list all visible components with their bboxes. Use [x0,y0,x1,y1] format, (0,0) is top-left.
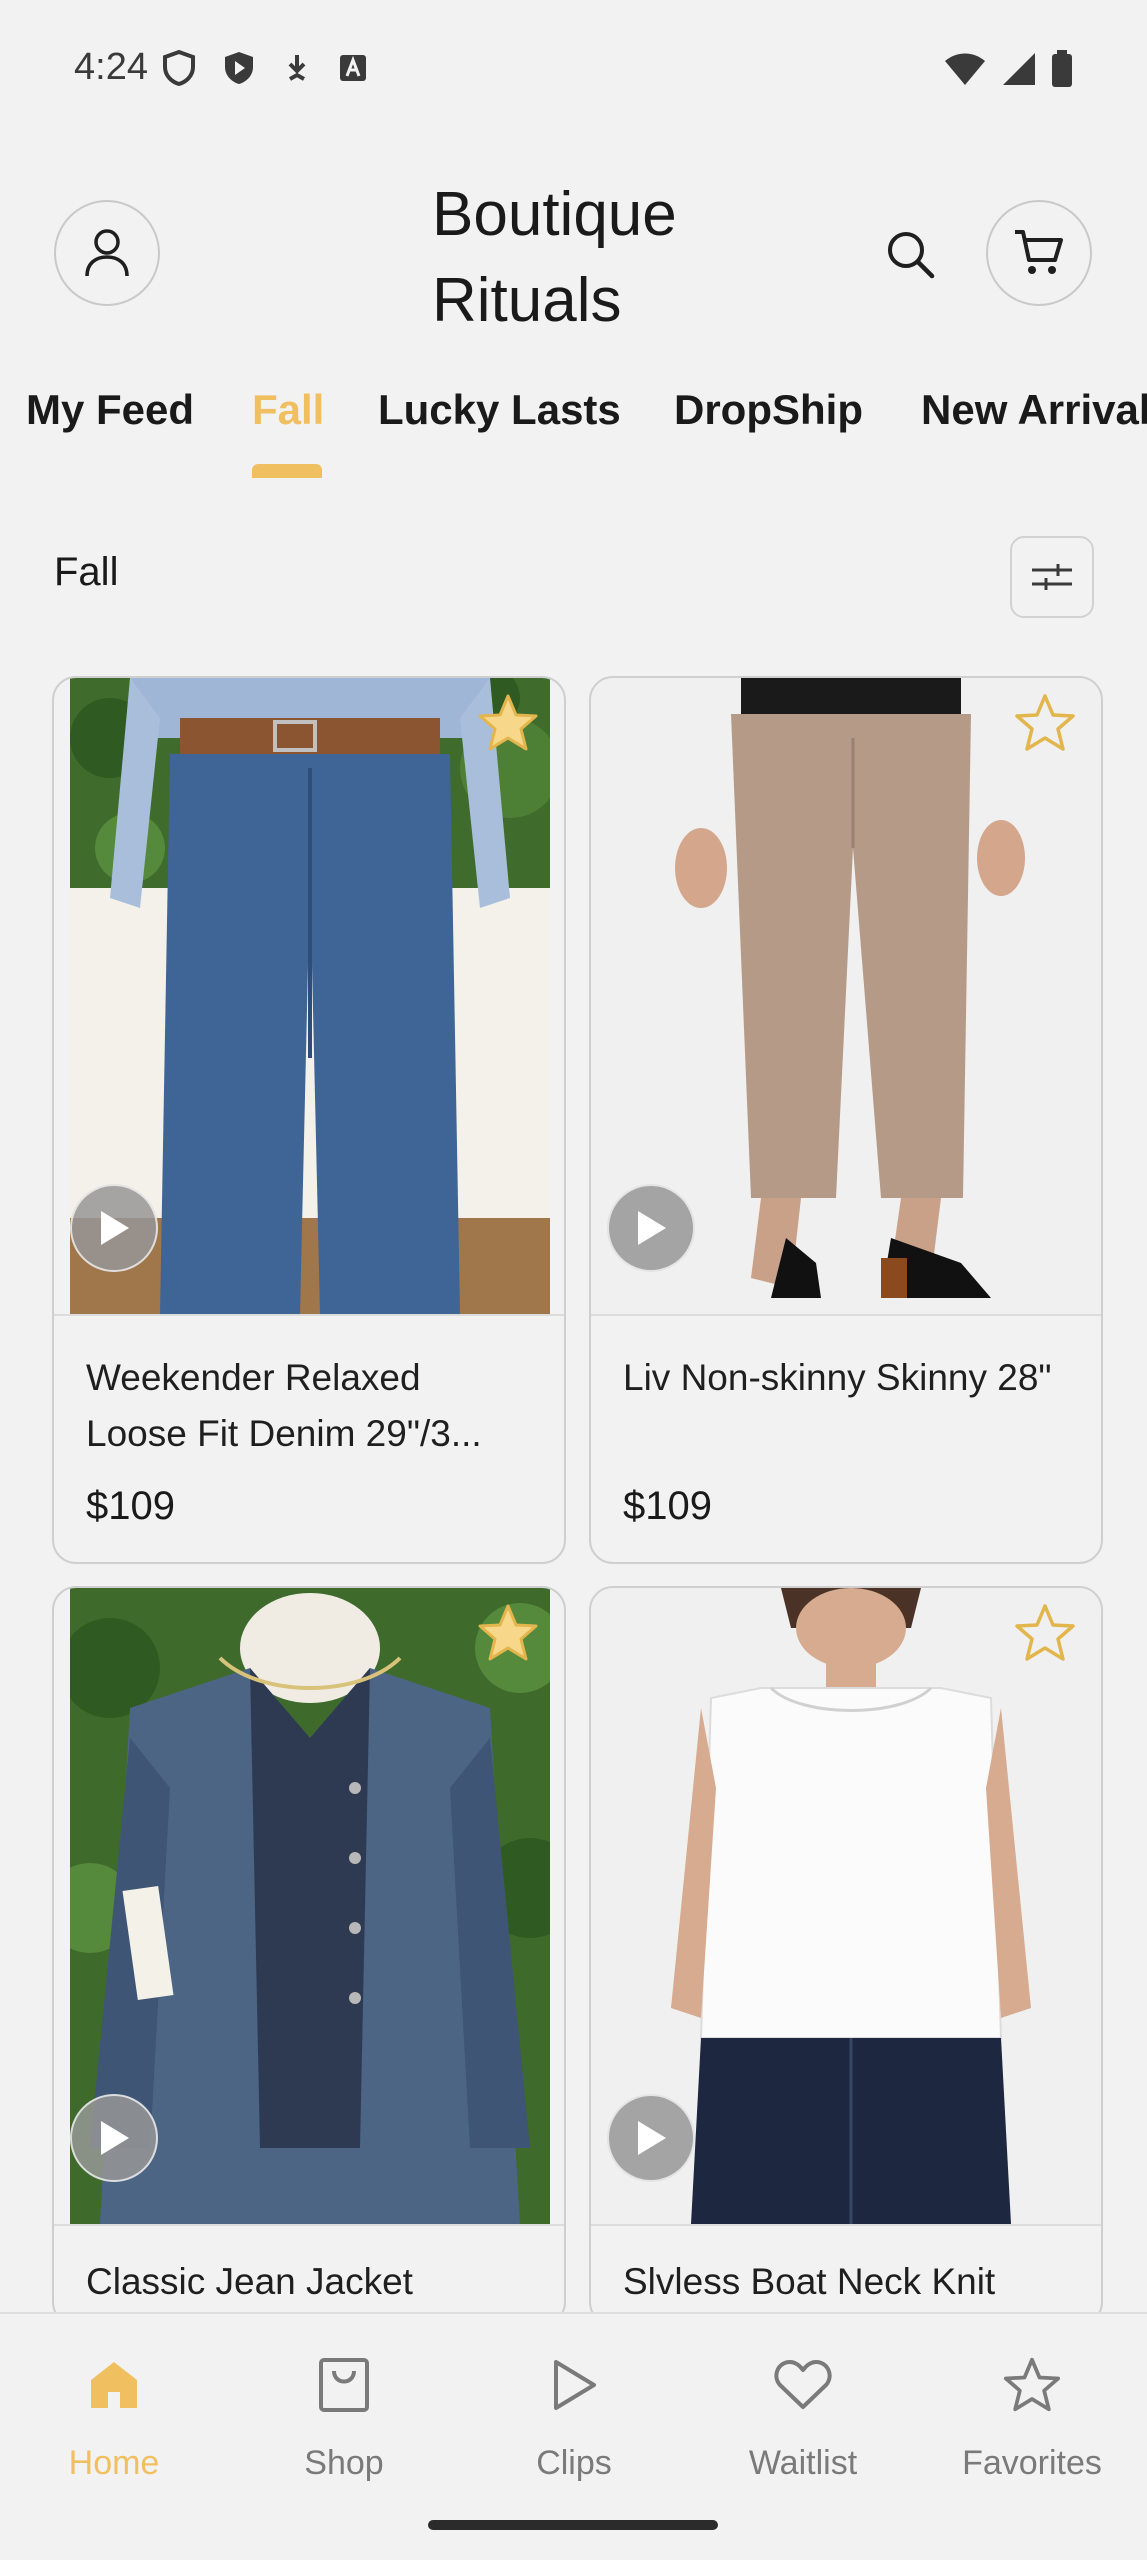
account-icon [85,229,129,277]
card-divider [54,1314,564,1316]
tab-dropship[interactable]: DropShip [674,386,863,434]
shield-icon [163,50,195,86]
card-divider [54,2224,564,2226]
nav-shop-label: Shop [304,2444,384,2482]
product-name: Slvless Boat Neck Knit [623,2261,996,2302]
account-button[interactable] [54,200,160,306]
nav-clips-label: Clips [536,2444,612,2482]
play-icon [638,1211,666,1245]
nav-clips[interactable]: Clips [474,2350,674,2483]
tab-fall[interactable]: Fall [252,386,324,434]
nav-waitlist[interactable]: Waitlist [703,2350,903,2483]
tab-my-feed[interactable]: My Feed [26,386,194,434]
sliders-icon [1032,564,1072,590]
category-tabs: My Feed Fall Lucky Lasts DropShip New Ar… [0,370,1147,488]
product-name: Classic Jean Jacket [86,2261,413,2302]
download-icon [288,55,306,81]
nav-waitlist-label: Waitlist [748,2444,858,2482]
signal-icon [1003,53,1035,85]
product-card[interactable]: Weekender Relaxed Loose Fit Denim 29"/3.… [52,676,566,1564]
wifi-icon [945,53,985,85]
play-icon [101,1211,129,1245]
cart-button[interactable] [986,200,1092,306]
heart-icon [774,2360,832,2409]
tab-lucky-lasts[interactable]: Lucky Lasts [378,386,621,434]
app-title-line2: Rituals [432,266,622,335]
product-card[interactable]: Classic Jean Jacket [52,1586,566,2326]
favorite-star-icon[interactable] [1013,1602,1077,1666]
home-indicator-bar[interactable] [428,2520,718,2530]
filter-button[interactable] [1010,536,1094,618]
status-icons-right [943,50,1073,88]
nav-shop[interactable]: Shop [244,2350,444,2483]
bag-icon [319,2358,369,2412]
play-icon [554,2360,596,2410]
tab-new-arrival[interactable]: New Arrival [921,386,1147,434]
status-bar: 4:24 [0,0,1147,140]
play-video-button[interactable] [70,2094,158,2182]
nav-favorites-label: Favorites [962,2444,1102,2482]
status-time: 4:24 [74,46,148,88]
star-icon [1003,2357,1061,2412]
play-icon [638,2121,666,2155]
favorite-star-icon[interactable] [476,1602,540,1666]
product-price: $109 [86,1484,175,1528]
product-name: Weekender Relaxed Loose Fit Denim 29"/3.… [86,1357,482,1454]
nav-favorites[interactable]: Favorites [932,2350,1132,2483]
cart-icon [1015,230,1063,274]
favorite-star-icon[interactable] [1013,692,1077,756]
play-video-button[interactable] [70,1184,158,1272]
battery-icon [1052,50,1072,87]
app-header: Boutique Rituals [0,170,1147,340]
nav-home-label: Home [68,2444,160,2482]
nav-home[interactable]: Home [14,2350,214,2483]
play-shield-icon [225,52,253,84]
play-video-button[interactable] [607,2094,695,2182]
app-title-line1: Boutique [432,180,677,249]
play-video-button[interactable] [607,1184,695,1272]
search-icon [888,232,935,279]
search-button[interactable] [880,224,940,284]
section-title: Fall [54,550,119,594]
play-icon [101,2121,129,2155]
card-divider [591,2224,1101,2226]
tab-active-indicator [252,464,322,478]
product-price: $109 [623,1484,712,1528]
product-card[interactable]: Slvless Boat Neck Knit [589,1586,1103,2326]
home-icon [91,2362,137,2408]
text-a-icon [340,55,366,81]
product-name: Liv Non-skinny Skinny 28" [623,1357,1052,1398]
status-icons-left [162,50,368,86]
card-divider [591,1314,1101,1316]
product-card[interactable]: Liv Non-skinny Skinny 28" $109 [589,676,1103,1564]
app-title: Boutique Rituals [432,172,792,344]
favorite-star-icon[interactable] [476,692,540,756]
